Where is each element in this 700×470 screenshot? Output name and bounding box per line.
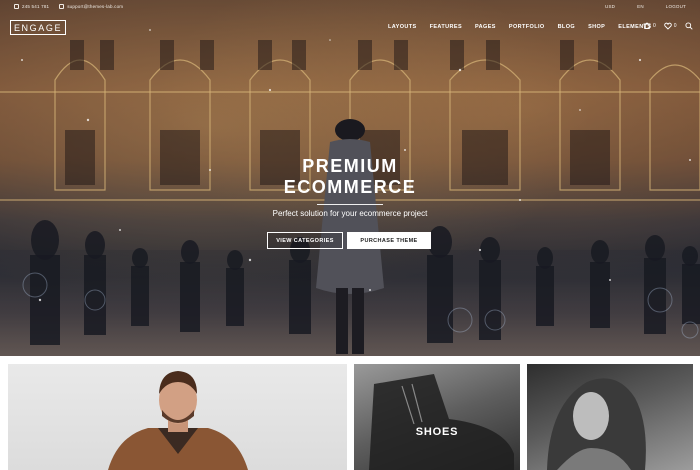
cart-button[interactable]: 0: [643, 22, 656, 30]
category-label-shoes: SHOES: [415, 426, 459, 438]
cart-count: 0: [653, 23, 656, 29]
hero-title-line1: PREMIUM: [302, 156, 398, 176]
phone-icon: [14, 4, 19, 9]
phone-contact[interactable]: 245 541 781: [14, 4, 49, 9]
logout-link[interactable]: LOGOUT: [666, 4, 686, 9]
view-categories-label: VIEW CATEGORIES: [276, 237, 334, 244]
man-in-leather-jacket-image: [108, 371, 248, 470]
hero-title-line2: ECOMMERCE: [283, 177, 417, 197]
category-tile-men[interactable]: [8, 364, 347, 470]
wishlist-button[interactable]: 0: [664, 22, 677, 30]
hero-subtitle: Perfect solution for your ecommerce proj…: [272, 209, 428, 218]
category-tile-women[interactable]: [527, 364, 693, 470]
category-tile-shoes[interactable]: SHOES: [354, 364, 520, 470]
search-button[interactable]: [685, 22, 693, 30]
nav-item-blog[interactable]: BLOG: [558, 24, 576, 30]
nav-item-features[interactable]: FEATURES: [430, 24, 462, 30]
hero-divider: [317, 204, 383, 205]
main-navigation: LAYOUTS FEATURES PAGES PORTFOLIO BLOG SH…: [388, 24, 651, 30]
nav-item-shop[interactable]: SHOP: [588, 24, 605, 30]
nav-item-layouts[interactable]: LAYOUTS: [388, 24, 417, 30]
woman-portrait-image: [547, 378, 646, 470]
nav-icon-group: 0 0: [643, 22, 693, 30]
logo-text: ENGAGE: [13, 22, 63, 33]
mail-icon: [59, 4, 65, 9]
nav-item-pages[interactable]: PAGES: [475, 24, 496, 30]
heart-icon: [664, 22, 672, 30]
nav-item-portfolio[interactable]: PORTFOLIO: [509, 24, 545, 30]
site-logo[interactable]: ENGAGE: [10, 20, 66, 35]
language-selector[interactable]: EN: [637, 4, 644, 9]
email-contact[interactable]: support@themes-lab.com: [59, 4, 123, 9]
purchase-theme-label: PURCHASE THEME: [360, 237, 418, 244]
top-utility-bar: 245 541 781 support@themes-lab.com USD E…: [0, 4, 700, 14]
phone-number: 245 541 781: [22, 4, 50, 9]
boot-image: [369, 374, 514, 470]
wishlist-count: 0: [673, 23, 677, 29]
hero-banner: 245 541 781 support@themes-lab.com USD E…: [0, 0, 700, 356]
search-icon: [685, 22, 693, 30]
email-address: support@themes-lab.com: [67, 4, 124, 9]
purchase-theme-button[interactable]: PURCHASE THEME: [347, 232, 431, 249]
currency-selector[interactable]: USD: [605, 4, 615, 9]
view-categories-button[interactable]: VIEW CATEGORIES: [267, 232, 343, 249]
cart-icon: [643, 22, 651, 29]
